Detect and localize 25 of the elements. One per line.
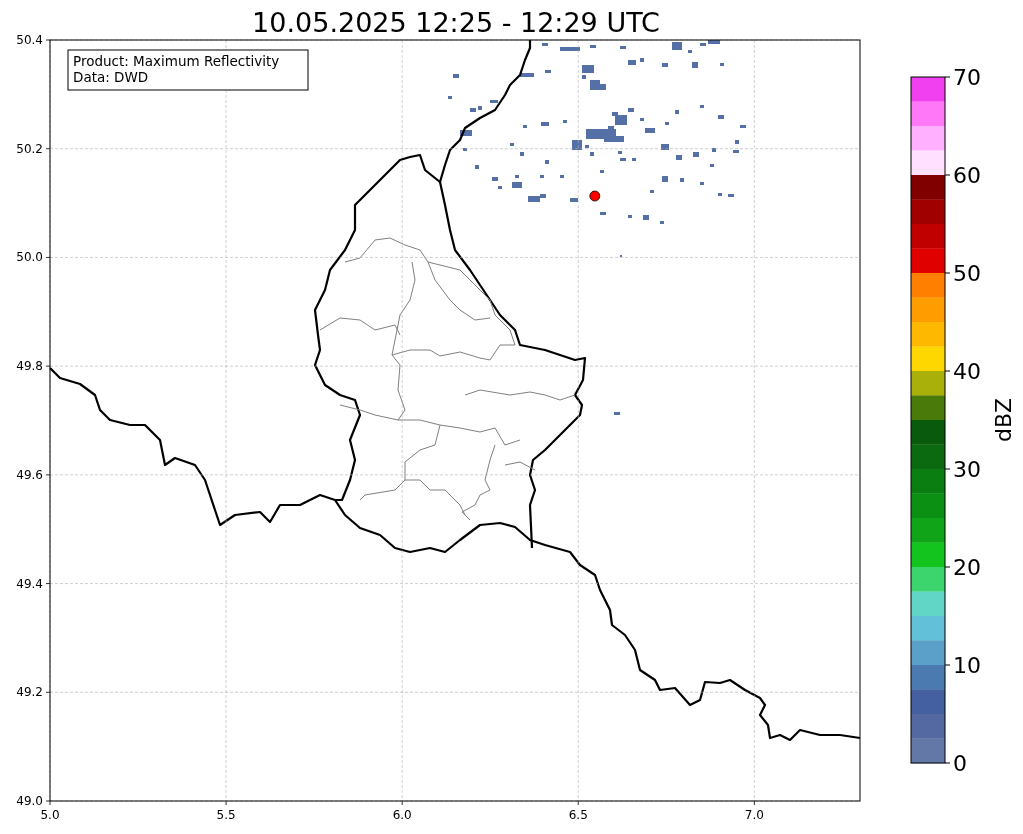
annotation-text: Product: Maximum Reflectivity — [73, 53, 280, 69]
axis-tick-label: 49.2 — [16, 685, 43, 700]
axis-tick-label: 49.8 — [16, 359, 43, 374]
colorbar-tick-label: 50 — [953, 261, 981, 286]
axis-tick-label: 50.0 — [16, 250, 43, 265]
colorbar-tick-label: 20 — [953, 555, 981, 580]
colorbar-label: dBZ — [991, 397, 1016, 443]
colorbar-tick-label: 70 — [953, 65, 981, 90]
colorbar-tick-label: 40 — [953, 359, 981, 384]
axis-tick-label: 6.5 — [568, 808, 588, 822]
axis-tick-label: 6.0 — [392, 808, 412, 822]
axis-tick-label: 50.2 — [16, 141, 43, 156]
axis-tick-label: 49.4 — [16, 576, 43, 591]
colorbar-tick-label: 0 — [953, 751, 967, 776]
chart-title: 10.05.2025 12:25 - 12:29 UTC — [252, 7, 660, 38]
axis-tick-label: 50.4 — [16, 33, 43, 47]
axis-tick-label: 5.5 — [216, 808, 236, 822]
colorbar-tick-label: 10 — [953, 653, 981, 678]
annotation-text: Data: DWD — [73, 69, 149, 85]
axis-tick-label: 49.0 — [16, 794, 43, 808]
colorbar-tick-label: 60 — [953, 163, 981, 188]
axis-tick-label: 5.0 — [40, 808, 60, 822]
colorbar-tick-label: 30 — [953, 457, 981, 482]
axis-tick-label: 49.6 — [16, 467, 43, 482]
axis-tick-label: 7.0 — [744, 808, 764, 822]
